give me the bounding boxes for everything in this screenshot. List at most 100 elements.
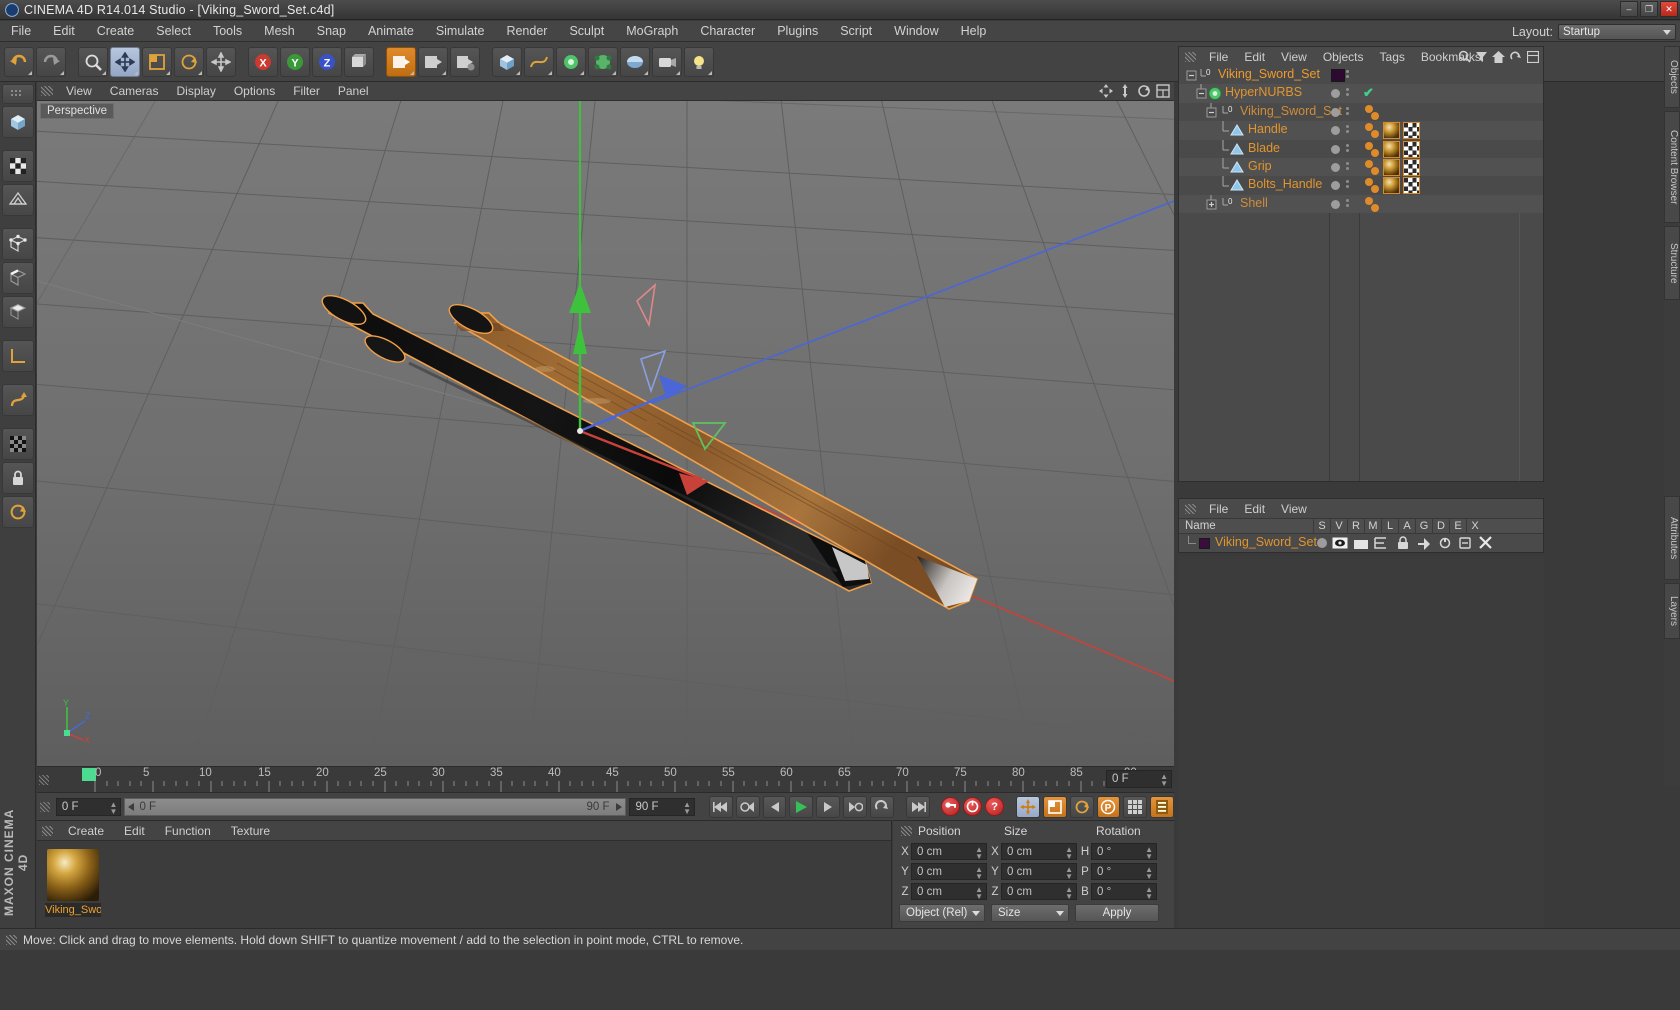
range-left-arrow-icon[interactable] <box>128 803 134 811</box>
spinner-icon[interactable]: ▲▼ <box>683 801 691 815</box>
layer-column-r[interactable]: R <box>1347 519 1364 534</box>
move-tool-button[interactable] <box>110 47 140 77</box>
material-tag-icon[interactable] <box>1383 177 1400 194</box>
object-row[interactable]: 0 Viking_Sword_Set <box>1179 66 1543 84</box>
add-spline-button[interactable] <box>524 47 554 77</box>
tab-objects[interactable]: Objects <box>1664 46 1680 108</box>
refresh-icon[interactable] <box>1510 51 1522 66</box>
object-row[interactable]: Grip <box>1179 158 1543 176</box>
add-cube-button[interactable] <box>492 47 522 77</box>
visibility-dot-icon[interactable] <box>1331 200 1340 209</box>
viewport-menu-panel[interactable]: Panel <box>329 82 378 101</box>
step-forward-button[interactable] <box>816 796 840 818</box>
viewport-menu-cameras[interactable]: Cameras <box>101 82 168 101</box>
live-selection-button[interactable] <box>78 47 108 77</box>
object-manager-grip-icon[interactable] <box>1185 52 1196 62</box>
spinner-icon[interactable]: ▲▼ <box>1160 773 1168 787</box>
tab-attributes[interactable]: Attributes <box>1664 496 1680 580</box>
visibility-dots-icon[interactable] <box>1346 199 1349 209</box>
tag-dot-icon[interactable] <box>1365 105 1373 113</box>
go-to-end-button[interactable] <box>906 796 930 818</box>
add-light-button[interactable] <box>684 47 714 77</box>
model-mode-button[interactable] <box>2 150 34 182</box>
om-menu-edit[interactable]: Edit <box>1236 50 1273 64</box>
parameter-key-toggle[interactable]: P <box>1097 796 1121 818</box>
tab-content-browser[interactable]: Content Browser <box>1664 111 1680 223</box>
layer-toggles[interactable] <box>1314 534 1514 552</box>
om-menu-file[interactable]: File <box>1201 50 1236 64</box>
current-frame-field[interactable]: 0 F ▲▼ <box>1106 770 1172 788</box>
viewport-menu-view[interactable]: View <box>57 82 101 101</box>
spinner-icon[interactable]: ▲▼ <box>1145 886 1153 900</box>
position-z-field[interactable]: 0 cm ▲▼ <box>911 883 987 900</box>
autokeying-button[interactable] <box>963 797 982 816</box>
spinner-icon[interactable]: ▲▼ <box>975 866 983 880</box>
material-tag-icon[interactable] <box>1383 141 1400 158</box>
next-key-button[interactable] <box>843 796 867 818</box>
layer-color-swatch[interactable] <box>1199 538 1210 549</box>
menu-plugins[interactable]: Plugins <box>766 21 829 42</box>
lock-workplane-button[interactable] <box>2 462 34 494</box>
om-menu-tags[interactable]: Tags <box>1372 50 1413 64</box>
make-editable-button[interactable] <box>2 106 34 138</box>
texture-tag-icon[interactable] <box>1403 177 1420 194</box>
layer-column-x[interactable]: X <box>1466 519 1483 534</box>
position-y-field[interactable]: 0 cm ▲▼ <box>911 863 987 880</box>
layer-column-a[interactable]: A <box>1398 519 1415 534</box>
timeline-ruler[interactable]: 0 5 10 15 20 25 30 35 40 45 50 55 60 65 … <box>37 766 1174 792</box>
enable-axis-button[interactable] <box>2 384 34 416</box>
object-row[interactable]: 0 Viking_Sword_Set <box>1179 103 1543 121</box>
layer-name[interactable]: Viking_Sword_Set <box>1215 535 1317 549</box>
lock-x-axis-button[interactable]: X <box>248 47 278 77</box>
object-label[interactable]: HyperNURBS <box>1225 85 1302 99</box>
enabled-checkmark-icon[interactable]: ✔ <box>1363 85 1374 101</box>
home-icon[interactable] <box>1492 51 1505 66</box>
viewport-grip-icon[interactable] <box>41 86 53 96</box>
menu-snap[interactable]: Snap <box>306 21 357 42</box>
maximize-button[interactable]: ❐ <box>1640 1 1658 17</box>
layer-color-swatch[interactable] <box>1331 69 1345 82</box>
rotation-key-toggle[interactable] <box>1070 796 1094 818</box>
object-row[interactable]: Bolts_Handle <box>1179 176 1543 194</box>
menu-select[interactable]: Select <box>145 21 202 42</box>
palette-grip[interactable] <box>2 84 34 104</box>
close-button[interactable]: ✕ <box>1660 1 1678 17</box>
add-generator-button[interactable] <box>556 47 586 77</box>
viewport-menu-display[interactable]: Display <box>167 82 224 101</box>
axis-mode-button[interactable] <box>2 340 34 372</box>
layer-column-e[interactable]: E <box>1449 519 1466 534</box>
lock-y-axis-button[interactable]: Y <box>280 47 310 77</box>
rotation-p-field[interactable]: 0 ° ▲▼ <box>1091 863 1157 880</box>
size-y-field[interactable]: 0 cm ▲▼ <box>1001 863 1077 880</box>
world-object-coordinate-button[interactable] <box>344 47 374 77</box>
tag-dot-icon[interactable] <box>1371 204 1379 212</box>
layer-column-m[interactable]: M <box>1364 519 1381 534</box>
object-label[interactable]: Shell <box>1240 196 1268 210</box>
move-duplicate-button[interactable] <box>206 47 236 77</box>
play-button[interactable] <box>789 796 813 818</box>
menu-create[interactable]: Create <box>86 21 146 42</box>
material-name-label[interactable]: Viking_Swo <box>45 903 101 917</box>
transport-grip-icon[interactable] <box>40 802 50 812</box>
layer-column-l[interactable]: L <box>1381 519 1398 534</box>
visibility-dot-icon[interactable] <box>1331 163 1340 172</box>
menu-script[interactable]: Script <box>829 21 883 42</box>
viewport-menu-filter[interactable]: Filter <box>284 82 329 101</box>
material-tag-icon[interactable] <box>1383 159 1400 176</box>
previous-key-button[interactable] <box>736 796 760 818</box>
material-grip-icon[interactable] <box>42 826 53 836</box>
viewport-solo-button[interactable] <box>2 428 34 460</box>
step-back-button[interactable] <box>763 796 787 818</box>
object-row[interactable]: HyperNURBS ✔ <box>1179 84 1543 102</box>
go-to-start-button[interactable] <box>709 796 733 818</box>
scale-key-toggle[interactable] <box>1043 796 1067 818</box>
layer-column-v[interactable]: V <box>1330 519 1347 534</box>
menu-mesh[interactable]: Mesh <box>253 21 306 42</box>
texture-tag-icon[interactable] <box>1403 141 1420 158</box>
coordinates-grip-icon[interactable] <box>901 826 912 836</box>
search-icon[interactable] <box>1458 50 1471 66</box>
menu-tools[interactable]: Tools <box>202 21 253 42</box>
menu-file[interactable]: File <box>0 21 42 42</box>
polygons-mode-button[interactable] <box>2 296 34 328</box>
layer-row[interactable]: Viking_Sword_Set <box>1179 534 1543 552</box>
